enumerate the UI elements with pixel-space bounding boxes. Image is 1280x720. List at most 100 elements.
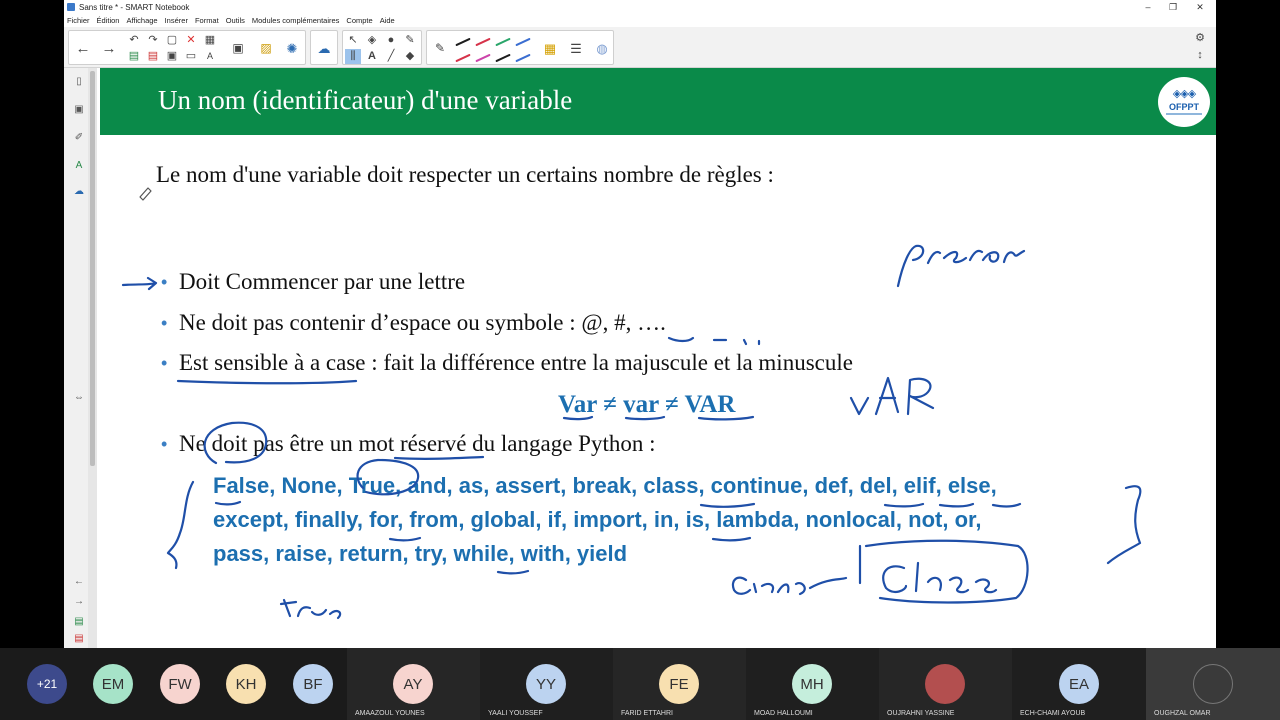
ofppt-logo: ◈◈◈ OFPPT [1158, 77, 1210, 127]
participant-tile[interactable]: OUJRAHNI YASSINE [879, 648, 1012, 720]
maximize-button[interactable]: ❐ [1159, 0, 1187, 14]
participant-avatar[interactable]: EM [93, 664, 133, 704]
sidebar-prev-icon[interactable]: ← [72, 574, 86, 588]
scrollbar-thumb[interactable] [90, 71, 95, 466]
participant-tile[interactable]: OUGHZAL OMAR [1146, 648, 1280, 720]
menu-format[interactable]: Format [195, 16, 219, 25]
right-brace [1106, 485, 1142, 565]
undo-icon[interactable]: ↶ [126, 33, 142, 48]
pen-cursor-icon [139, 187, 152, 201]
class-box [858, 539, 1029, 604]
participant-tile[interactable]: MH MOAD HALLOUMI [746, 648, 879, 720]
attachments-icon[interactable]: ✐ [72, 130, 86, 144]
menu-inserer[interactable]: Insérer [165, 16, 188, 25]
pen-color-8[interactable] [515, 53, 531, 63]
sidebar-delete-icon[interactable]: ▤ [72, 631, 86, 645]
line-tool-icon[interactable]: ╱ [383, 49, 399, 64]
participant-name: MOAD HALLOUMI [754, 710, 813, 717]
save-icon[interactable]: ▣ [164, 49, 180, 64]
fill-effects-icon[interactable]: ◍ [591, 33, 613, 63]
menu-fichier[interactable]: Fichier [67, 16, 90, 25]
participant-avatar[interactable]: KH [226, 664, 266, 704]
resize-handle-icon[interactable]: ⇔ [72, 390, 86, 404]
participant-tile[interactable]: FE FARID ETTAHRI [613, 648, 746, 720]
sidebar-add-icon[interactable]: ▤ [72, 614, 86, 628]
participant-tile[interactable]: AY AMAAZOUL YOUNES [347, 648, 480, 720]
lesson-icon[interactable]: ▨ [255, 33, 277, 63]
participant-tile[interactable]: EA ECH-CHAMI AYOUB [1012, 648, 1146, 720]
shape-icon[interactable]: ◈ [364, 33, 380, 48]
participant-more-avatar[interactable]: +21 [27, 664, 67, 704]
menu-affichage[interactable]: Affichage [126, 16, 157, 25]
participant-initials: AY [403, 675, 423, 693]
color-palette-icon[interactable]: ▦ [539, 33, 561, 63]
participant-initials: EA [1068, 675, 1089, 693]
magic-pen-icon[interactable]: ✎ [402, 33, 418, 48]
gallery-icon[interactable]: ▣ [72, 102, 86, 116]
slide-canvas[interactable]: Un nom (identificateur) d'une variable ◈… [98, 68, 1216, 648]
participant-name: AMAAZOUL YOUNES [355, 710, 425, 717]
participant-avatar[interactable]: BF [293, 664, 333, 704]
settings-gear-icon[interactable]: ⚙ [1192, 31, 1208, 46]
left-brace [166, 480, 195, 570]
keywords-line-1: False, None, True, and, as, assert, brea… [213, 473, 997, 498]
pen-color-4[interactable] [515, 37, 531, 47]
select-cursor-icon[interactable]: ↖ [345, 33, 361, 48]
participants-strip: +21 EM FW KH BF AY AMAAZOUL YOUNES YY YA… [0, 648, 1280, 720]
pen-color-6[interactable] [475, 53, 491, 63]
pen-tool-icon[interactable]: ⫼ [345, 49, 361, 64]
menu-edition[interactable]: Édition [97, 16, 120, 25]
import-icon[interactable]: ▤ [126, 49, 142, 64]
menu-modules[interactable]: Modules complémentaires [252, 16, 340, 25]
redo-icon[interactable]: ↷ [145, 33, 161, 48]
toolbar-move-icon[interactable]: ↕ [1192, 48, 1208, 63]
screen-icon[interactable]: ▭ [183, 49, 199, 64]
handwritten-preron [896, 244, 1026, 288]
handwritten-true [279, 598, 342, 620]
table-icon[interactable]: ▦ [202, 33, 218, 48]
sidebar-next-icon[interactable]: → [72, 594, 86, 608]
participant-initials: FW [168, 675, 192, 693]
participant-avatar[interactable]: FW [160, 664, 200, 704]
pen-icon[interactable]: ✎ [429, 33, 451, 63]
logo-label: OFPPT [1168, 102, 1199, 112]
participant-initials: KH [235, 675, 257, 693]
menu-outils[interactable]: Outils [226, 16, 245, 25]
line-style-icon[interactable]: ☰ [565, 33, 587, 63]
participant-name: ECH-CHAMI AYOUB [1020, 710, 1086, 717]
delete-icon[interactable]: ✕ [183, 33, 199, 48]
pen-color-7[interactable] [495, 53, 511, 63]
new-page-icon[interactable]: ▢ [164, 33, 180, 48]
menu-compte[interactable]: Compte [346, 16, 372, 25]
text-tool-icon[interactable]: A [364, 49, 380, 64]
pen-color-2[interactable] [475, 37, 491, 47]
pdf-icon[interactable]: ▤ [145, 49, 161, 64]
pen-color-3[interactable] [495, 37, 511, 47]
participant-initials: FE [669, 675, 689, 693]
properties-icon[interactable]: A [72, 158, 86, 172]
handwritten-VAR [849, 376, 935, 416]
pen-color-5[interactable] [455, 53, 471, 63]
underline-at [667, 336, 695, 343]
participants-group-tile: +21 EM FW KH BF [0, 648, 347, 720]
previous-page-icon[interactable]: ← [72, 33, 94, 63]
fill-icon[interactable]: ● [383, 33, 399, 48]
dot-marks [742, 338, 761, 346]
page-sorter-icon[interactable]: ▯ [72, 74, 86, 88]
window-title: Sans titre * - SMART Notebook [79, 2, 190, 12]
handwritten-Class [882, 561, 998, 594]
text-format-icon[interactable]: A [202, 49, 218, 64]
display-icon[interactable]: ▣ [227, 33, 249, 63]
eraser-icon[interactable]: ◆ [402, 49, 418, 64]
addon-icon[interactable]: ✺ [281, 33, 303, 63]
toolbar-group-response: ☁ [310, 30, 338, 65]
menu-aide[interactable]: Aide [380, 16, 395, 25]
minimize-button[interactable]: – [1134, 0, 1162, 14]
close-button[interactable]: ✕ [1186, 0, 1214, 14]
next-page-icon[interactable]: → [98, 33, 120, 63]
response-icon[interactable]: ☁ [313, 33, 335, 63]
pen-color-1[interactable] [455, 37, 471, 47]
addons-icon[interactable]: ☁ [72, 184, 86, 198]
bullet-dot: • [161, 434, 168, 454]
participant-tile[interactable]: YY YAALI YOUSSEF [480, 648, 613, 720]
